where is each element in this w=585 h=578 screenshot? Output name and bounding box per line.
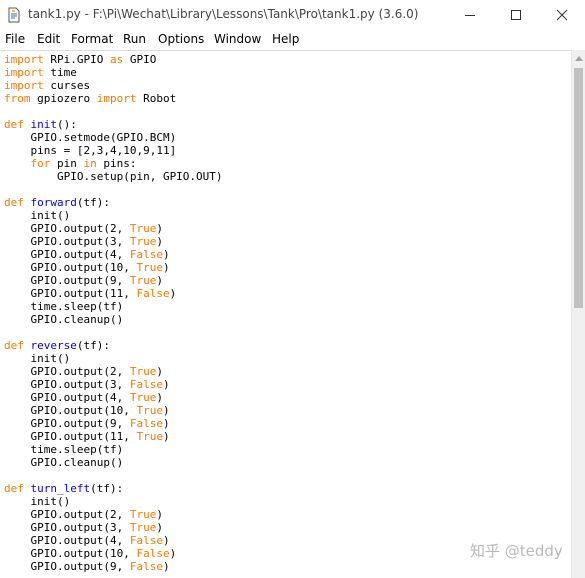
code-line: GPIO.setup(pin, GPIO.OUT): [4, 170, 223, 183]
code-line: import curses: [4, 79, 91, 92]
code-line: def turn_left(tf):: [4, 482, 124, 495]
code-line: GPIO.output(11, False): [4, 287, 177, 300]
close-icon: [556, 9, 568, 21]
code-line: GPIO.setmode(GPIO.BCM): [4, 131, 177, 144]
menu-run[interactable]: Run: [123, 32, 146, 46]
code-line: GPIO.output(11, True): [4, 430, 170, 443]
code-line: GPIO.output(9, True): [4, 274, 163, 287]
code-line: GPIO.output(9, False): [4, 560, 170, 573]
menu-format[interactable]: Format: [71, 32, 113, 46]
code-line: GPIO.output(3, False): [4, 378, 170, 391]
python-file-icon: [8, 7, 20, 23]
code-line: GPIO.output(2, True): [4, 222, 163, 235]
chevron-up-icon: [575, 55, 583, 61]
code-line: init(): [4, 209, 71, 222]
code-line: ​: [4, 326, 223, 339]
code-line: GPIO.output(10, True): [4, 261, 170, 274]
maximize-button[interactable]: [493, 0, 539, 30]
code-line: ​: [4, 469, 223, 482]
menu-help[interactable]: Help: [272, 32, 299, 46]
menu-options[interactable]: Options: [158, 32, 204, 46]
watermark: 知乎 @teddy: [470, 542, 563, 560]
code-line: from gpiozero import Robot: [4, 92, 177, 105]
minimize-icon: [465, 15, 475, 16]
code-line: import RPi.GPIO as GPIO: [4, 53, 157, 66]
menu-window[interactable]: Window: [214, 32, 261, 46]
code-line: def forward(tf):: [4, 196, 110, 209]
code-line: def init():: [4, 118, 77, 131]
code-line: time.sleep(tf): [4, 443, 124, 456]
menu-edit[interactable]: Edit: [37, 32, 60, 46]
code-line: ​: [4, 183, 223, 196]
menu-file[interactable]: File: [5, 32, 25, 46]
code-line: GPIO.output(4, False): [4, 534, 170, 547]
code-line: GPIO.output(4, False): [4, 248, 170, 261]
close-button[interactable]: [539, 0, 585, 30]
maximize-icon: [511, 10, 521, 20]
code-editor[interactable]: import RPi.GPIO as GPIO import time import…: [0, 50, 571, 578]
scrollbar-thumb[interactable]: [574, 68, 583, 308]
code-line: GPIO.output(10, False): [4, 547, 177, 560]
code-line: ​: [4, 105, 223, 118]
scroll-up-arrow[interactable]: [572, 50, 585, 66]
code-line: GPIO.cleanup(): [4, 456, 124, 469]
code-line: for pin in pins:: [30, 157, 137, 170]
code-line: GPIO.output(10, True): [4, 404, 170, 417]
code-line: GPIO.output(4, True): [4, 391, 163, 404]
code-line: pins = [2,3,4,10,9,11]: [4, 144, 177, 157]
code-line: GPIO.output(9, False): [4, 417, 170, 430]
code-text[interactable]: import RPi.GPIO as GPIO import time import…: [4, 53, 223, 573]
code-line: init(): [4, 352, 71, 365]
code-line: def reverse(tf):: [4, 339, 110, 352]
code-line: GPIO.cleanup(): [4, 313, 124, 326]
menu-bar: File Edit Format Run Options Window Help: [0, 30, 585, 50]
window-title: tank1.py - F:\Pi\Wechat\Library\Lessons\…: [28, 7, 419, 21]
code-line: GPIO.output(3, True): [4, 521, 163, 534]
vertical-scrollbar[interactable]: [571, 50, 585, 578]
minimize-button[interactable]: [447, 0, 493, 30]
title-bar[interactable]: tank1.py - F:\Pi\Wechat\Library\Lessons\…: [0, 0, 585, 30]
code-line: init(): [4, 495, 71, 508]
code-line: time.sleep(tf): [4, 300, 124, 313]
code-line: GPIO.output(3, True): [4, 235, 163, 248]
code-line: import time: [4, 66, 77, 79]
code-line: GPIO.output(2, True): [4, 508, 163, 521]
code-line: GPIO.output(2, True): [4, 365, 163, 378]
